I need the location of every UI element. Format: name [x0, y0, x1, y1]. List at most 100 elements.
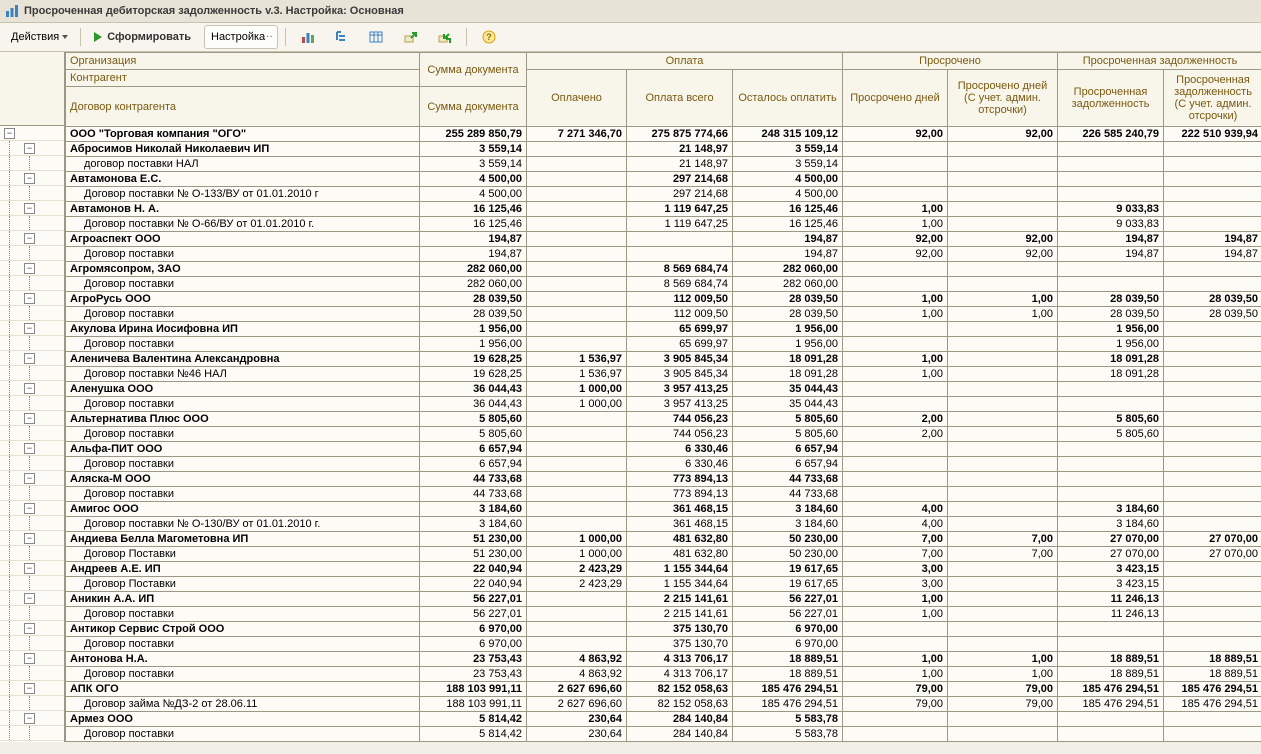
expander-minus-icon[interactable]: − [24, 293, 35, 304]
expander-minus-icon[interactable]: − [24, 623, 35, 634]
table-row[interactable]: Агроаспект ООО194,87194,8792,0092,00194,… [66, 232, 1261, 247]
outline-row: − [0, 621, 64, 636]
table-row[interactable]: Договор поставки5 805,60744 056,235 805,… [66, 427, 1261, 442]
expander-minus-icon[interactable]: − [24, 443, 35, 454]
table-row[interactable]: Аникин А.А. ИП56 227,012 215 141,6156 22… [66, 592, 1261, 607]
table-row[interactable]: Автамонов Н. А.16 125,461 119 647,2516 1… [66, 202, 1261, 217]
table-row[interactable]: Автамонова Е.С.4 500,00297 214,684 500,0… [66, 172, 1261, 187]
row-value: 36 044,43 [420, 382, 527, 397]
table-row[interactable]: Амигос ООО3 184,60361 468,153 184,604,00… [66, 502, 1261, 517]
row-value [1058, 397, 1164, 412]
row-name: Андреев А.Е. ИП [66, 562, 420, 577]
row-value [843, 397, 948, 412]
table-row[interactable]: Андреев А.Е. ИП22 040,942 423,291 155 34… [66, 562, 1261, 577]
outline-row [0, 606, 64, 621]
table-row[interactable]: Договор поставки194,87194,8792,0092,0019… [66, 247, 1261, 262]
expander-minus-icon[interactable]: − [24, 143, 35, 154]
row-value: 1 119 647,25 [627, 202, 733, 217]
table-row[interactable]: Договор поставки5 814,42230,64284 140,84… [66, 727, 1261, 742]
expander-minus-icon[interactable]: − [24, 713, 35, 724]
table-row[interactable]: Договор поставки36 044,431 000,003 957 4… [66, 397, 1261, 412]
table-row[interactable]: Абросимов Николай Николаевич ИП3 559,142… [66, 142, 1261, 157]
expander-minus-icon[interactable]: − [24, 533, 35, 544]
structure-button[interactable] [327, 25, 357, 49]
expand-button[interactable] [395, 25, 425, 49]
expander-minus-icon[interactable]: − [24, 263, 35, 274]
row-value: 35 044,43 [733, 382, 843, 397]
row-value [527, 607, 627, 622]
chart-button[interactable] [293, 25, 323, 49]
expander-minus-icon[interactable]: − [4, 128, 15, 139]
expander-minus-icon[interactable]: − [24, 353, 35, 364]
table-row[interactable]: Аляска-М ООО44 733,68773 894,1344 733,68 [66, 472, 1261, 487]
row-value: 1,00 [843, 367, 948, 382]
collapse-button[interactable] [429, 25, 459, 49]
row-name: Договор поставки [66, 607, 420, 622]
table-row[interactable]: Договор займа №ДЗ-2 от 28.06.11188 103 9… [66, 697, 1261, 712]
row-value [527, 232, 627, 247]
table-row[interactable]: Акулова Ирина Иосифовна ИП1 956,0065 699… [66, 322, 1261, 337]
row-value [843, 157, 948, 172]
expander-minus-icon[interactable]: − [24, 323, 35, 334]
table-row[interactable]: АгроРусь ООО28 039,50112 009,5028 039,50… [66, 292, 1261, 307]
table-row[interactable]: Андиева Белла Магометовна ИП51 230,001 0… [66, 532, 1261, 547]
table-row[interactable]: Антонова Н.А.23 753,434 863,924 313 706,… [66, 652, 1261, 667]
table-row[interactable]: Договор Поставки22 040,942 423,291 155 3… [66, 577, 1261, 592]
row-value: 185 476 294,51 [1058, 697, 1164, 712]
table-row[interactable]: Договор поставки № О-130/ВУ от 01.01.201… [66, 517, 1261, 532]
table-row[interactable]: Договор поставки №46 НАЛ19 628,251 536,9… [66, 367, 1261, 382]
table-row[interactable]: Договор поставки56 227,012 215 141,6156 … [66, 607, 1261, 622]
table-row[interactable]: Агромясопром, ЗАО282 060,008 569 684,742… [66, 262, 1261, 277]
row-name: Договор поставки [66, 427, 420, 442]
expander-minus-icon[interactable]: − [24, 653, 35, 664]
expander-minus-icon[interactable]: − [24, 173, 35, 184]
expander-minus-icon[interactable]: − [24, 233, 35, 244]
expander-minus-icon[interactable]: − [24, 563, 35, 574]
table-row[interactable]: Договор поставки282 060,008 569 684,7428… [66, 277, 1261, 292]
row-value: 284 140,84 [627, 727, 733, 742]
table-row[interactable]: Договор поставки6 657,946 330,466 657,94 [66, 457, 1261, 472]
row-value [843, 472, 948, 487]
row-value: 2 215 141,61 [627, 592, 733, 607]
row-value [843, 187, 948, 202]
expander-minus-icon[interactable]: − [24, 683, 35, 694]
row-value [948, 367, 1058, 382]
expander-minus-icon[interactable]: − [24, 383, 35, 394]
table-row[interactable]: Договор поставки23 753,434 863,924 313 7… [66, 667, 1261, 682]
row-value: 22 040,94 [420, 562, 527, 577]
table-row[interactable]: Договор Поставки51 230,001 000,00481 632… [66, 547, 1261, 562]
row-value: 1 119 647,25 [627, 217, 733, 232]
table-row[interactable]: Договор поставки44 733,68773 894,1344 73… [66, 487, 1261, 502]
row-name: Альфа-ПИТ ООО [66, 442, 420, 457]
table-row[interactable]: Договор поставки1 956,0065 699,971 956,0… [66, 337, 1261, 352]
table-row[interactable]: Договор поставки № О-133/ВУ от 01.01.201… [66, 187, 1261, 202]
table-row[interactable]: Договор поставки6 970,00375 130,706 970,… [66, 637, 1261, 652]
row-value: 222 510 939,94 [1164, 127, 1261, 142]
table-row[interactable]: Антикор Сервис Строй ООО6 970,00375 130,… [66, 622, 1261, 637]
hdr-sumdoc: Сумма документа [420, 53, 527, 87]
help-button[interactable]: ? [474, 25, 504, 49]
expander-minus-icon[interactable]: − [24, 203, 35, 214]
table-row[interactable]: Аленушка ООО36 044,431 000,003 957 413,2… [66, 382, 1261, 397]
table-row[interactable]: АПК ОГО188 103 991,112 627 696,6082 152 … [66, 682, 1261, 697]
table-row[interactable]: ООО "Торговая компания "ОГО"255 289 850,… [66, 127, 1261, 142]
row-name: Договор поставки [66, 307, 420, 322]
row-value: 1 956,00 [420, 337, 527, 352]
expander-minus-icon[interactable]: − [24, 503, 35, 514]
table-row[interactable]: договор поставки НАЛ3 559,1421 148,973 5… [66, 157, 1261, 172]
settings-button[interactable]: Настройка [204, 25, 278, 49]
table-row[interactable]: Договор поставки28 039,50112 009,5028 03… [66, 307, 1261, 322]
actions-menu[interactable]: Действия [6, 25, 73, 49]
table-row[interactable]: Альтернатива Плюс ООО5 805,60744 056,235… [66, 412, 1261, 427]
table-row[interactable]: Договор поставки № О-66/ВУ от 01.01.2010… [66, 217, 1261, 232]
row-value: 188 103 991,11 [420, 682, 527, 697]
expander-minus-icon[interactable]: − [24, 593, 35, 604]
table-row[interactable]: Аленичева Валентина Александровна19 628,… [66, 352, 1261, 367]
expander-minus-icon[interactable]: − [24, 413, 35, 424]
run-button[interactable]: Сформировать [88, 25, 200, 49]
table-row[interactable]: Альфа-ПИТ ООО6 657,946 330,466 657,94 [66, 442, 1261, 457]
expander-minus-icon[interactable]: − [24, 473, 35, 484]
columns-button[interactable] [361, 25, 391, 49]
table-row[interactable]: Армез ООО5 814,42230,64284 140,845 583,7… [66, 712, 1261, 727]
row-value: 1,00 [843, 217, 948, 232]
